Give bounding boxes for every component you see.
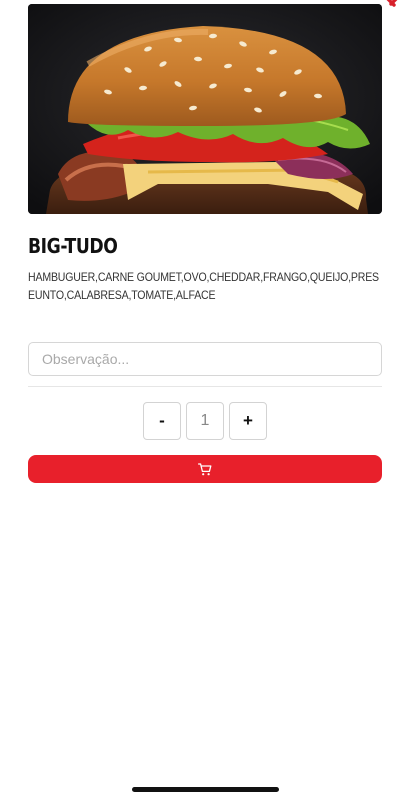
close-button[interactable] xyxy=(379,0,405,12)
close-icon xyxy=(386,0,398,7)
add-to-cart-button[interactable] xyxy=(28,455,382,483)
decrease-quantity-button[interactable]: - xyxy=(143,402,181,440)
product-modal: BIG-TUDO HAMBUGUER,CARNE GOUMET,OVO,CHED… xyxy=(0,0,411,800)
divider xyxy=(28,386,382,387)
cart-icon xyxy=(198,462,212,475)
product-title: BIG-TUDO xyxy=(28,234,118,258)
product-description: HAMBUGUER,CARNE GOUMET,OVO,CHEDDAR,FRANG… xyxy=(28,270,379,302)
quantity-stepper: - 1 + xyxy=(143,402,267,440)
product-image xyxy=(28,4,382,214)
notes-input[interactable] xyxy=(28,342,382,376)
home-indicator xyxy=(132,787,279,792)
increase-quantity-button[interactable]: + xyxy=(229,402,267,440)
quantity-value[interactable]: 1 xyxy=(186,402,224,440)
